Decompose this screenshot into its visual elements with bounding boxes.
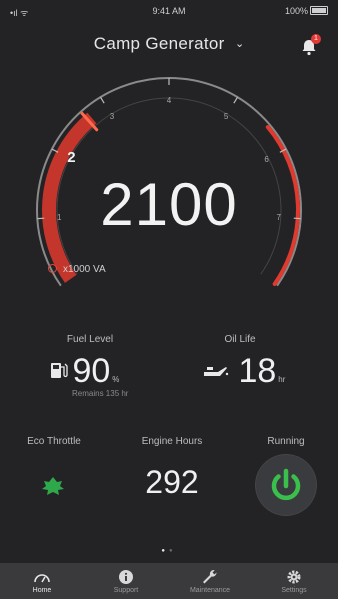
battery-indicator: 100%: [285, 6, 328, 16]
fuel-remaining: Remains 135 hr: [72, 389, 129, 398]
fuel-level: 90%: [50, 352, 119, 391]
eco-throttle-label: Eco Throttle: [27, 436, 81, 447]
eco-throttle-toggle[interactable]: [40, 474, 66, 500]
page-dot-active: ●: [161, 548, 169, 554]
speedometer-icon: [34, 574, 50, 583]
page-dot: ●: [169, 548, 177, 554]
tab-label: Settings: [281, 587, 307, 594]
power-icon: [271, 468, 301, 501]
chevron-down-icon: ⌄: [235, 38, 245, 50]
oil-life-label: Oil Life: [224, 334, 256, 345]
oil-can-icon: [198, 367, 229, 376]
info-icon: [119, 570, 133, 584]
notifications-button[interactable]: 1: [300, 34, 321, 56]
gauge-tick-label: 3: [110, 112, 115, 121]
engine-hours-label: Engine Hours: [141, 436, 203, 447]
tab-label: Home: [32, 587, 52, 594]
gauge-tick: [233, 96, 238, 104]
battery-icon: [310, 6, 328, 15]
engine-hours-value: 292: [145, 464, 199, 500]
leaf-icon: [42, 477, 64, 495]
battery-percent: 100%: [284, 6, 308, 16]
unit-icon: [48, 264, 57, 273]
tab-support[interactable]: Support: [84, 563, 168, 599]
tab-maintenance[interactable]: Maintenance: [168, 563, 252, 599]
tab-bar: Home Support Maintenance Settings: [0, 563, 338, 599]
power-reading: 2100: [100, 171, 238, 238]
tab-settings[interactable]: Settings: [252, 563, 336, 599]
fuel-pump-icon: [51, 363, 68, 378]
tab-home[interactable]: Home: [0, 563, 84, 599]
gear-icon: [287, 570, 301, 584]
fuel-level-unit: %: [112, 375, 120, 384]
gauge-tick-label: 4: [167, 96, 172, 105]
power-unit-label: x1000 VA: [63, 264, 106, 275]
tab-label: Support: [113, 587, 139, 594]
status-bar: •ıl ᯤ 9:41 AM 100%: [0, 0, 338, 22]
page-title: Camp Generator: [93, 34, 225, 53]
generator-selector[interactable]: Camp Generator ⌄: [0, 34, 338, 58]
app-screen: •ıl ᯤ 9:41 AM 100% Camp Generator ⌄ 1 12…: [0, 0, 338, 599]
fuel-level-value: 90: [72, 352, 111, 390]
gauge-tick-label: 5: [224, 112, 229, 121]
gauge-tick-label: 2: [67, 149, 75, 166]
oil-life: 18 hr: [196, 352, 285, 391]
power-unit: x1000 VA: [48, 264, 106, 275]
gauge-tick-label: 6: [264, 155, 269, 164]
page-indicator[interactable]: ●●: [0, 548, 338, 554]
tab-label: Maintenance: [189, 587, 231, 594]
wrench-icon: [203, 569, 217, 584]
running-label: Running: [267, 436, 305, 447]
oil-life-unit: hr: [278, 375, 286, 384]
oil-life-value: 18: [238, 352, 277, 390]
fuel-level-label: Fuel Level: [66, 334, 114, 345]
gauge-tick: [100, 96, 105, 104]
power-button[interactable]: [256, 455, 316, 515]
notification-badge: 1: [311, 34, 321, 44]
